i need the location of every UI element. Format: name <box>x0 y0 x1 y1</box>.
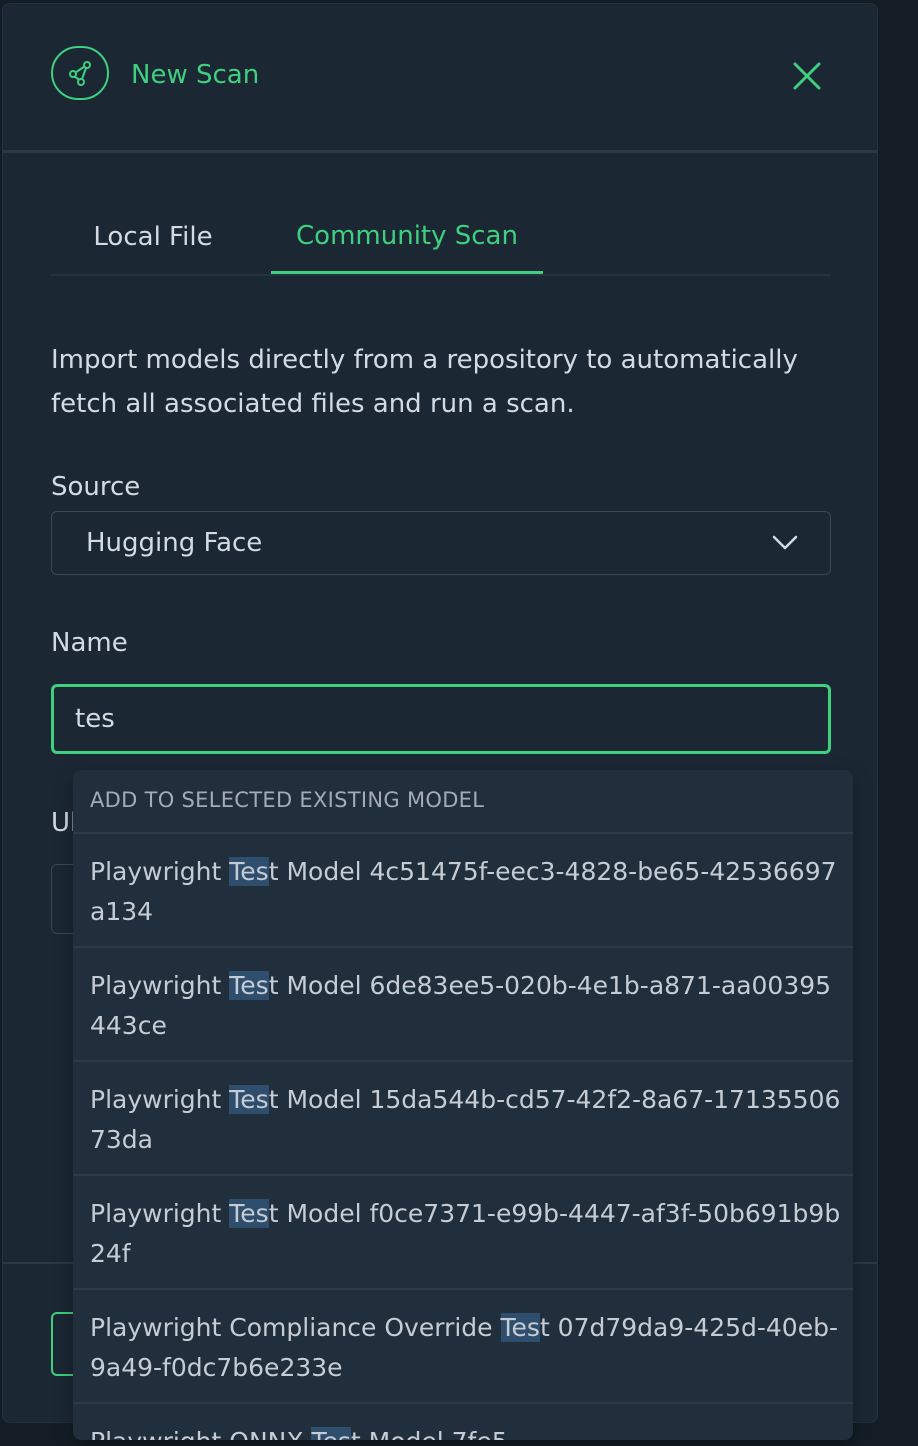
dialog-title: New Scan <box>131 60 260 90</box>
scan-type-tabs: Local File Community Scan <box>51 202 831 276</box>
suggestion-item[interactable]: Playwright Test Model 6de83ee5-020b-4e1b… <box>73 948 853 1062</box>
match-highlight: Tes <box>311 1427 351 1440</box>
dialog-header: New Scan <box>3 4 877 153</box>
item-text: Playwright ONNX <box>90 1427 311 1440</box>
name-input[interactable] <box>51 684 831 754</box>
suggestion-item[interactable]: Playwright Test Model 15da544b-cd57-42f2… <box>73 1062 853 1176</box>
model-suggestions-dropdown: ADD TO SELECTED EXISTING MODEL Playwrigh… <box>73 770 853 1440</box>
backdrop <box>880 0 918 1446</box>
match-highlight: Tes <box>229 857 269 886</box>
suggestion-item[interactable]: Playwright Test Model f0ce7371-e99b-4447… <box>73 1176 853 1290</box>
suggestion-item[interactable]: Playwright Test Model 4c51475f-eec3-4828… <box>73 834 853 948</box>
source-select-value: Hugging Face <box>86 528 263 558</box>
suggestion-item[interactable]: Playwright Compliance Override Test 07d7… <box>73 1290 853 1404</box>
item-text: Playwright <box>90 1199 230 1228</box>
intro-text: Import models directly from a repository… <box>51 345 798 419</box>
item-text: Playwright Compliance Override <box>90 1313 501 1342</box>
dropdown-header: ADD TO SELECTED EXISTING MODEL <box>73 770 853 834</box>
item-text: Playwright <box>90 857 230 886</box>
name-label: Name <box>51 628 128 658</box>
close-icon[interactable] <box>789 58 825 94</box>
match-highlight: Tes <box>229 1199 269 1228</box>
match-highlight: Tes <box>229 1085 269 1114</box>
share-nodes-icon <box>51 46 109 100</box>
tab-local-file[interactable]: Local File <box>51 202 255 274</box>
suggestion-item[interactable]: Playwright ONNX Test Model 7fe5... <box>73 1404 853 1440</box>
source-label: Source <box>51 472 141 502</box>
source-select[interactable]: Hugging Face <box>51 511 831 575</box>
item-text: t Model 7fe5... <box>351 1427 532 1440</box>
item-text: Playwright <box>90 971 230 1000</box>
chevron-down-icon <box>772 534 798 556</box>
item-text: Playwright <box>90 1085 230 1114</box>
match-highlight: Tes <box>229 971 269 1000</box>
tab-community-scan[interactable]: Community Scan <box>271 202 543 274</box>
match-highlight: Tes <box>500 1313 540 1342</box>
